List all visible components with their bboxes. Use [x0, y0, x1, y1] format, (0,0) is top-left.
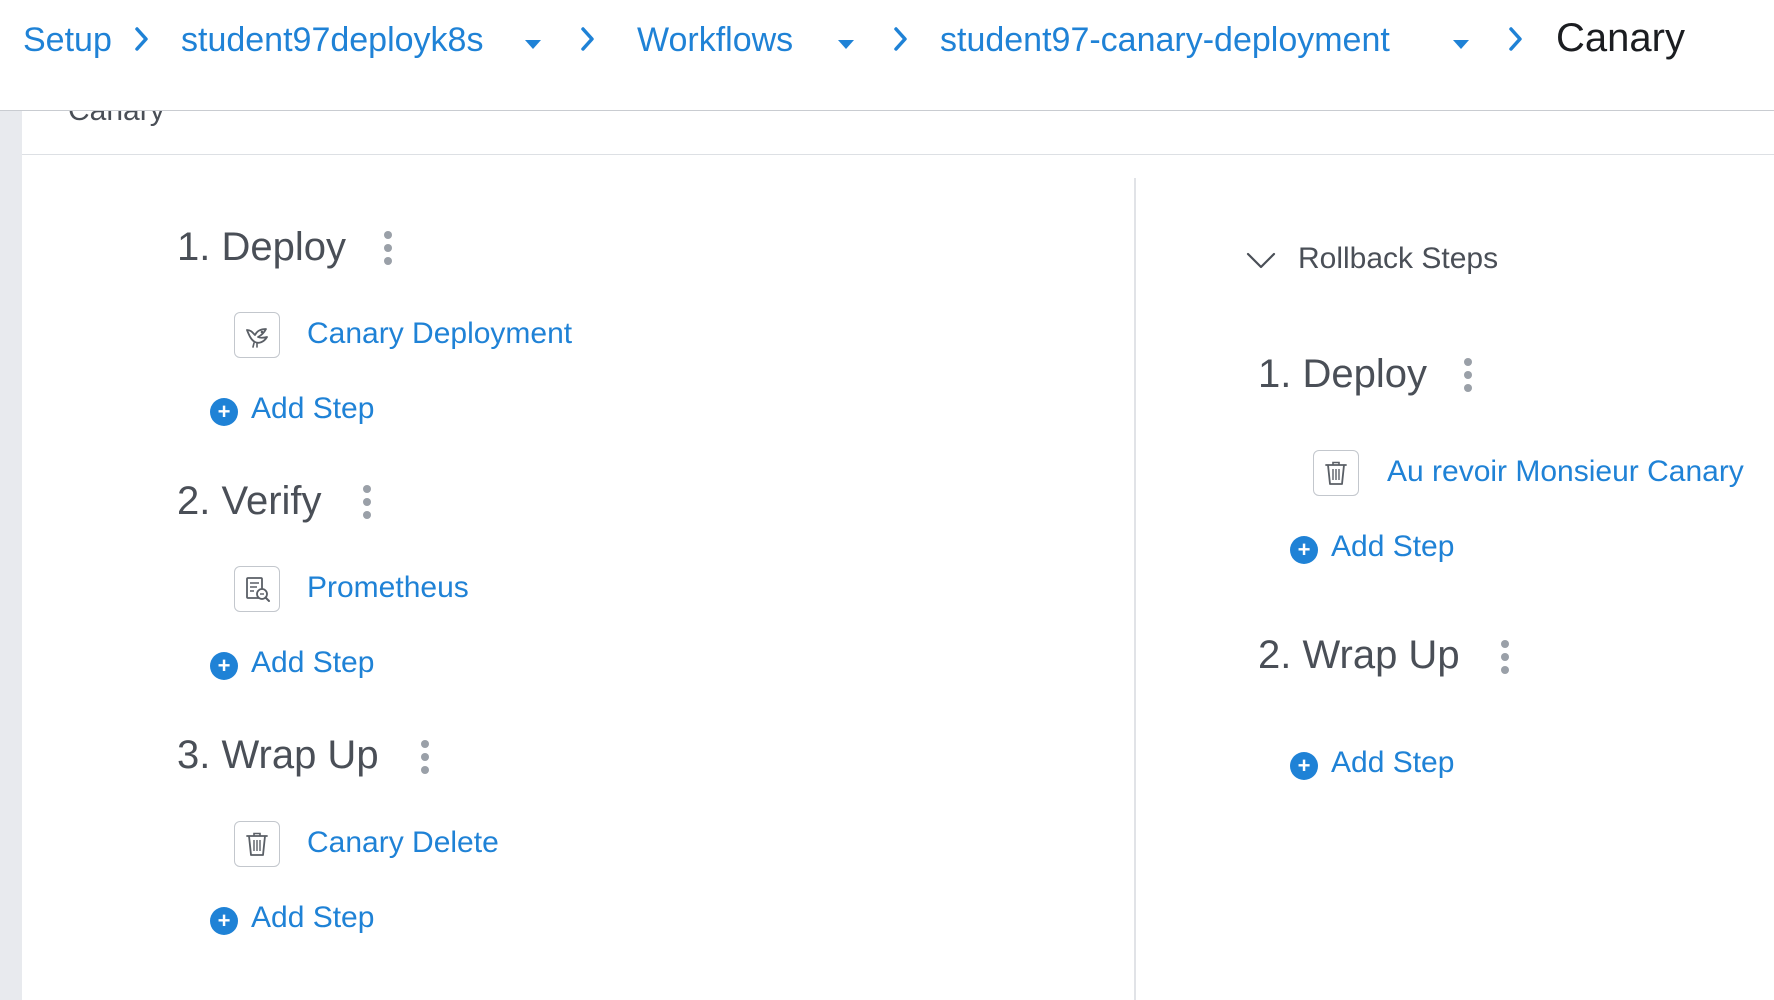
column-divider — [1134, 178, 1136, 1000]
breadcrumb-current: Canary — [1556, 16, 1685, 60]
report-search-icon — [234, 566, 280, 612]
caret-down-icon[interactable] — [523, 38, 543, 50]
trash-icon — [1313, 450, 1359, 496]
add-circle-icon: + — [1290, 536, 1318, 564]
rollback-steps-label: Rollback Steps — [1298, 242, 1499, 275]
step-link[interactable]: Canary Deployment — [307, 317, 572, 351]
kebab-menu-icon[interactable] — [1461, 356, 1475, 394]
breadcrumb: Setup student97deployk8s Workflows stude… — [0, 0, 1774, 111]
kebab-menu-icon[interactable] — [360, 483, 374, 521]
add-circle-icon: + — [1290, 752, 1318, 780]
step-link[interactable]: Prometheus — [307, 571, 469, 605]
breadcrumb-setup[interactable]: Setup — [23, 16, 112, 64]
breadcrumb-application[interactable]: student97deployk8s — [181, 16, 483, 64]
add-step-label: Add Step — [1331, 530, 1455, 563]
trash-icon — [234, 821, 280, 867]
left-rail — [0, 0, 22, 1000]
section-title: 2. Verify — [177, 479, 322, 523]
chevron-right-icon — [1509, 27, 1522, 51]
add-step-label: Add Step — [251, 646, 375, 679]
section-title: 3. Wrap Up — [177, 733, 379, 777]
step-link[interactable]: Au revoir Monsieur Canary — [1387, 455, 1744, 489]
breadcrumb-workflow[interactable]: student97-canary-deployment — [940, 16, 1390, 64]
add-step-label: Add Step — [251, 901, 375, 934]
kebab-menu-icon[interactable] — [418, 738, 432, 776]
section-title: 1. Deploy — [177, 225, 346, 269]
phase-name: Canary — [68, 110, 165, 127]
canary-bird-icon — [234, 312, 280, 358]
add-step-label: Add Step — [1331, 746, 1455, 779]
add-circle-icon: + — [210, 907, 238, 935]
kebab-menu-icon[interactable] — [381, 229, 395, 267]
section-title: 1. Deploy — [1258, 352, 1427, 396]
chevron-right-icon — [135, 27, 148, 51]
chevron-right-icon — [581, 27, 594, 51]
step-link[interactable]: Canary Delete — [307, 826, 499, 860]
chevron-right-icon — [894, 27, 907, 51]
caret-down-icon[interactable] — [1451, 38, 1471, 50]
breadcrumb-workflows[interactable]: Workflows — [637, 16, 793, 64]
phase-subheader: Canary — [22, 110, 1774, 155]
kebab-menu-icon[interactable] — [1498, 638, 1512, 676]
add-step-label: Add Step — [251, 392, 375, 425]
section-title: 2. Wrap Up — [1258, 633, 1460, 677]
add-circle-icon: + — [210, 652, 238, 680]
caret-down-icon[interactable] — [836, 38, 856, 50]
add-circle-icon: + — [210, 398, 238, 426]
chevron-down-icon — [1246, 252, 1276, 269]
